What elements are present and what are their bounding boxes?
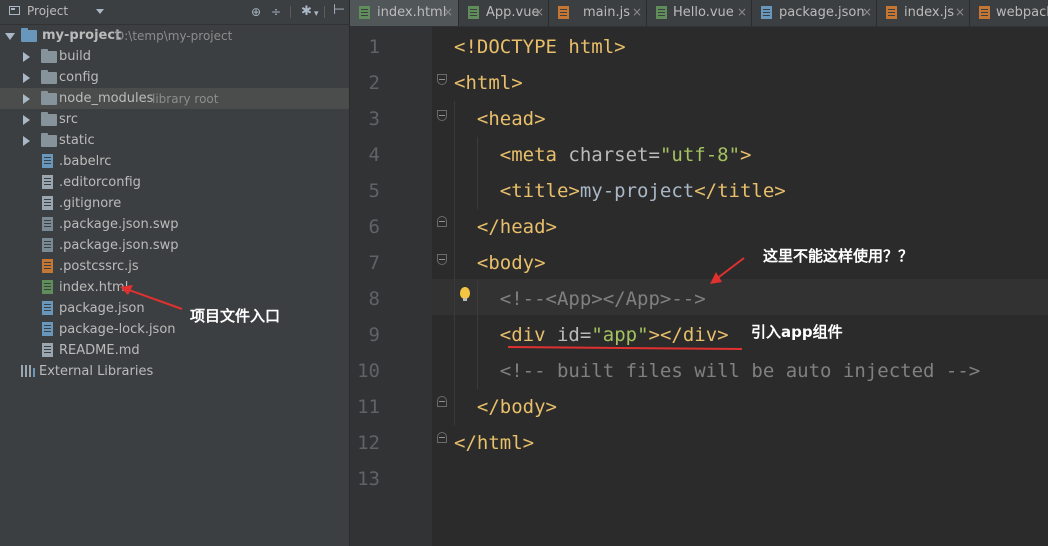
annotation-underline [507, 346, 743, 350]
annotation-import-note: 引入app组件 [751, 323, 843, 341]
annotation-arrow [125, 288, 183, 310]
annotation-overlay [120, 257, 745, 350]
annotation-question-note: 这里不能这样使用？？ [763, 247, 914, 265]
annotation-arrowhead [710, 272, 722, 284]
annotation-arrow [714, 257, 745, 281]
annotation-entry-note: 项目文件入口 [190, 307, 281, 325]
